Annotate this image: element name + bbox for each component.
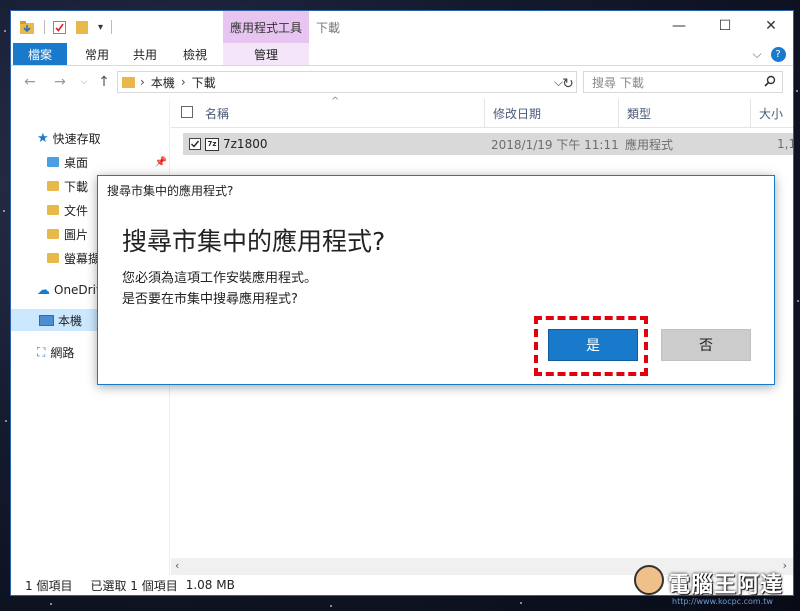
store-search-dialog: 搜尋市集中的應用程式? 搜尋市集中的應用程式? 您必須為這項工作安裝應用程式。 … — [97, 175, 775, 385]
close-button[interactable]: ✕ — [748, 11, 793, 41]
breadcrumb-separator-icon: › — [180, 75, 186, 89]
up-arrow-icon[interactable]: ↑ — [95, 73, 113, 91]
download-folder-icon — [122, 76, 135, 88]
nav-label: OneDriv — [54, 283, 104, 297]
refresh-icon[interactable]: ↻ — [559, 75, 577, 93]
window-title: 下載 — [316, 21, 341, 35]
address-bar[interactable]: › 本機 › 下載 ⌵ — [117, 71, 577, 93]
back-arrow-icon[interactable]: ← — [21, 73, 39, 91]
network-icon: ⛶ — [37, 344, 46, 359]
maximize-button[interactable]: ☐ — [702, 11, 748, 41]
file-list-header: ^ 名稱 修改日期 類型 大小 — [171, 96, 793, 128]
minimize-button[interactable]: — — [656, 11, 702, 41]
watermark-url: http://www.kocpc.com.tw — [672, 597, 773, 606]
scroll-left-icon[interactable]: ‹ — [175, 559, 179, 572]
yes-button[interactable]: 是 — [548, 329, 638, 361]
cloud-icon: ☁ — [37, 282, 50, 298]
nav-label: 網路 — [50, 345, 75, 360]
breadcrumb-this-pc[interactable]: 本機 — [151, 74, 175, 91]
dialog-title: 搜尋市集中的應用程式? — [107, 184, 234, 198]
nav-label: 圖片 — [64, 227, 89, 242]
ribbon-tabs: 檔案 常用 共用 檢視 管理 ⌵ ? — [11, 43, 793, 66]
tab-view[interactable]: 檢視 — [173, 43, 217, 65]
pin-icon: 📌 — [154, 156, 167, 168]
nav-label: 桌面 — [64, 155, 89, 170]
selected-count: 已選取 1 個項目 — [90, 578, 178, 593]
search-input[interactable]: 搜尋 下載 — [584, 74, 764, 91]
column-size[interactable]: 大小 — [751, 99, 793, 127]
nav-quick-access[interactable]: ★ 快速存取 — [37, 127, 101, 149]
desktop-folder-icon — [47, 157, 59, 167]
file-type: 應用程式 — [625, 137, 674, 152]
documents-folder-icon — [47, 205, 59, 215]
folder-download-icon[interactable] — [20, 20, 34, 34]
no-button[interactable]: 否 — [661, 329, 751, 361]
nav-network[interactable]: ⛶ 網路 — [37, 341, 74, 363]
recent-locations-chevron-icon[interactable]: ⌵ — [75, 73, 93, 91]
nav-item-desktop[interactable]: 桌面 📌 — [47, 151, 167, 173]
column-date[interactable]: 修改日期 — [485, 99, 619, 127]
nav-item-downloads[interactable]: 下載 — [47, 175, 88, 197]
nav-label: 本機 — [58, 313, 83, 328]
file-size: 1,1 — [777, 137, 793, 151]
column-type[interactable]: 類型 — [619, 99, 751, 127]
quick-access-toolbar: ▾ — [20, 19, 113, 35]
tab-manage[interactable]: 管理 — [223, 43, 309, 65]
file-date: 2018/1/19 下午 11:11 — [491, 137, 619, 152]
search-icon[interactable] — [764, 75, 776, 90]
nav-label: 文件 — [64, 203, 89, 218]
separator — [44, 20, 45, 34]
properties-icon[interactable] — [53, 20, 66, 34]
tab-home[interactable]: 常用 — [75, 43, 119, 65]
computer-icon — [39, 314, 54, 326]
column-name[interactable]: 名稱 — [197, 99, 485, 127]
tab-share[interactable]: 共用 — [123, 43, 167, 65]
expand-ribbon-icon[interactable]: ⌵ — [747, 43, 767, 65]
dialog-message-line2: 是否要在市集中搜尋應用程式? — [122, 292, 298, 307]
dialog-heading: 搜尋市集中的應用程式? — [122, 227, 386, 256]
mascot-icon — [634, 565, 664, 595]
nav-item-screenshots[interactable]: 螢幕擷 — [47, 247, 100, 269]
downloads-folder-icon — [47, 181, 59, 191]
dialog-message-line1: 您必須為這項工作安裝應用程式。 — [122, 271, 318, 286]
forward-arrow-icon[interactable]: → — [51, 73, 69, 91]
tab-file[interactable]: 檔案 — [13, 43, 67, 65]
customize-toolbar-icon[interactable]: ▾ — [98, 22, 103, 33]
breadcrumb-downloads[interactable]: 下載 — [192, 74, 216, 91]
nav-label: 快速存取 — [52, 131, 101, 146]
help-icon[interactable]: ? — [769, 43, 787, 65]
row-checkbox[interactable] — [189, 138, 201, 150]
app-7zip-icon: 7z — [205, 137, 219, 151]
contextual-tab-title: 應用程式工具 — [223, 11, 309, 43]
nav-label: 螢幕擷 — [64, 251, 101, 266]
nav-onedrive[interactable]: ☁ OneDriv — [37, 279, 103, 301]
help-icon-glyph: ? — [770, 46, 786, 62]
star-icon: ★ — [37, 130, 49, 146]
item-count: 1 個項目 — [25, 578, 73, 593]
nav-item-pictures[interactable]: 圖片 — [47, 223, 88, 245]
breadcrumb-separator-icon: › — [140, 75, 145, 89]
selected-size: 1.08 MB — [185, 578, 235, 592]
watermark-text: 電腦王阿達 — [668, 573, 784, 598]
file-name: 7z1800 — [223, 137, 268, 151]
screenshots-folder-icon — [47, 253, 59, 263]
select-all-checkbox[interactable] — [181, 106, 193, 118]
nav-label: 下載 — [64, 179, 89, 194]
navigation-bar: ← → ⌵ ↑ › 本機 › 下載 ⌵ ↻ 搜尋 下載 — [11, 67, 793, 97]
title-bar: ▾ 應用程式工具 下載 — ☐ ✕ — [11, 11, 793, 43]
nav-item-documents[interactable]: 文件 — [47, 199, 88, 221]
pictures-folder-icon — [47, 229, 59, 239]
table-row[interactable]: 7z 7z1800 2018/1/19 下午 11:11 應用程式 1,1 — [183, 133, 793, 155]
watermark: 電腦王阿達 http://www.kocpc.com.tw — [628, 563, 798, 609]
separator — [111, 20, 113, 34]
search-box[interactable]: 搜尋 下載 — [583, 71, 783, 93]
new-folder-icon[interactable] — [76, 20, 88, 34]
